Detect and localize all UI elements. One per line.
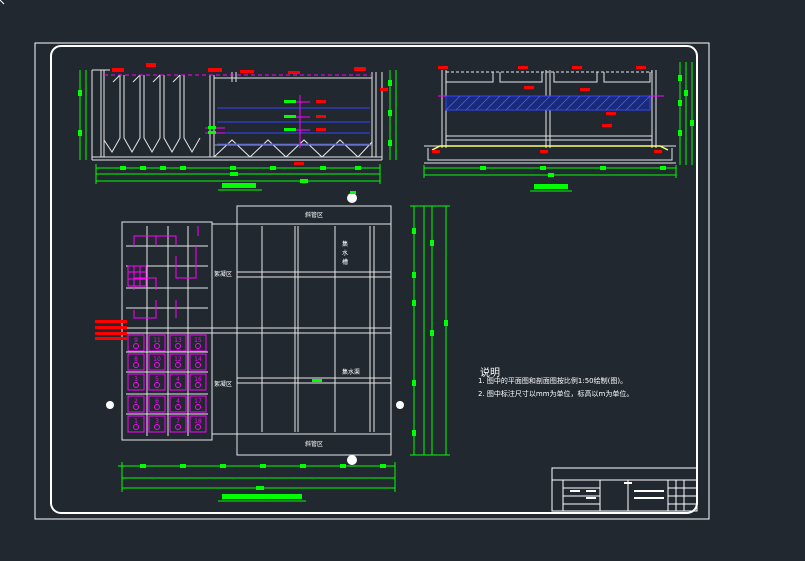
- cell-drain-icon: [175, 382, 181, 388]
- cell-number: 10: [153, 356, 161, 363]
- cell-drain-icon: [154, 424, 160, 430]
- cell-number: 9: [134, 337, 138, 344]
- water-levels: [217, 107, 370, 145]
- cell-drain-icon: [133, 362, 139, 368]
- cell-number: 4: [176, 376, 180, 383]
- notes-line-2: 2. 图中标注尺寸以mm为单位，标高以m为单位。: [478, 390, 634, 398]
- cell-drain-icon: [195, 404, 201, 410]
- tube-settler-hatch: [445, 95, 651, 111]
- cell-drain-icon: [133, 343, 139, 349]
- svg-text:集水槽: 集水槽: [342, 240, 348, 266]
- cell-number: 8: [134, 356, 138, 363]
- cell-number: 15: [194, 337, 202, 344]
- cell-drain-icon: [175, 404, 181, 410]
- cell-number: 17: [194, 398, 202, 405]
- cell-number: 12: [174, 356, 182, 363]
- cell-number: 18: [194, 418, 202, 425]
- cell-number: 6: [155, 398, 159, 405]
- cell-number: 7: [176, 418, 180, 425]
- plan-title: [218, 494, 306, 502]
- vertical-label-char: 槽: [342, 258, 348, 266]
- corner-tick: [0, 0, 5, 5]
- cell-number: 16: [194, 376, 202, 383]
- zone-top-label: 斜管区: [305, 211, 323, 219]
- cell-drain-icon: [154, 404, 160, 410]
- plan-labels: 斜管区 斜管区 絮凝区 絮凝区 集水渠: [214, 211, 360, 448]
- zone-bottom-label: 斜管区: [305, 440, 323, 448]
- cell-number: 3: [155, 418, 159, 425]
- cell-drain-icon: [175, 343, 181, 349]
- cell-number: 2: [134, 398, 138, 405]
- cell-drain-icon: [133, 424, 139, 430]
- cell-number: 4: [176, 398, 180, 405]
- cell-drain-icon: [154, 382, 160, 388]
- marker-tag: [312, 379, 322, 382]
- cell-drain-icon: [195, 424, 201, 430]
- cell-drain-icon: [195, 382, 201, 388]
- cell-drain-icon: [175, 424, 181, 430]
- dimension-lines-section: [79, 70, 397, 184]
- notes-line-1: 1. 图中的平面图和剖面图按比例1:50绘制(图)。: [478, 377, 628, 385]
- section-2-title: [530, 184, 572, 192]
- cell-drain-icon: [154, 362, 160, 368]
- numbered-cells: 9 11 13 158 10 12 143 5 4 162 6 4 171 3 7 18: [127, 334, 207, 433]
- cad-drawing-canvas[interactable]: 9 11 13 158 10 12 143 5 4 162 6 4 171 3 7 18 斜管区 斜管区 絮凝…: [0, 0, 805, 561]
- section-1-title: [218, 183, 262, 191]
- vertical-label-char: 集: [342, 240, 348, 248]
- label-mid-upper-vertical: 集水槽: [342, 240, 348, 266]
- cell-number: 3: [134, 376, 138, 383]
- cell-drain-icon: [133, 404, 139, 410]
- longitudinal-section: [91, 69, 383, 161]
- cell-number: 5: [155, 376, 159, 383]
- cell-number: 13: [174, 337, 182, 344]
- cross-section: [424, 70, 676, 164]
- label-mid-lower: 集水渠: [342, 368, 360, 376]
- cell-drain-icon: [195, 343, 201, 349]
- zone-left-lower-label: 絮凝区: [214, 380, 232, 388]
- cell-drain-icon: [154, 343, 160, 349]
- cell-drain-icon: [133, 382, 139, 388]
- cell-drain-icon: [175, 362, 181, 368]
- cell-number: 14: [194, 356, 202, 363]
- title-block[interactable]: [551, 467, 698, 512]
- vertical-label-char: 水: [342, 249, 348, 257]
- cell-drain-icon: [195, 362, 201, 368]
- plan-view: [121, 205, 392, 456]
- cell-number: 11: [153, 337, 161, 344]
- zone-left-upper-label: 絮凝区: [214, 270, 232, 278]
- cell-number: 1: [134, 418, 138, 425]
